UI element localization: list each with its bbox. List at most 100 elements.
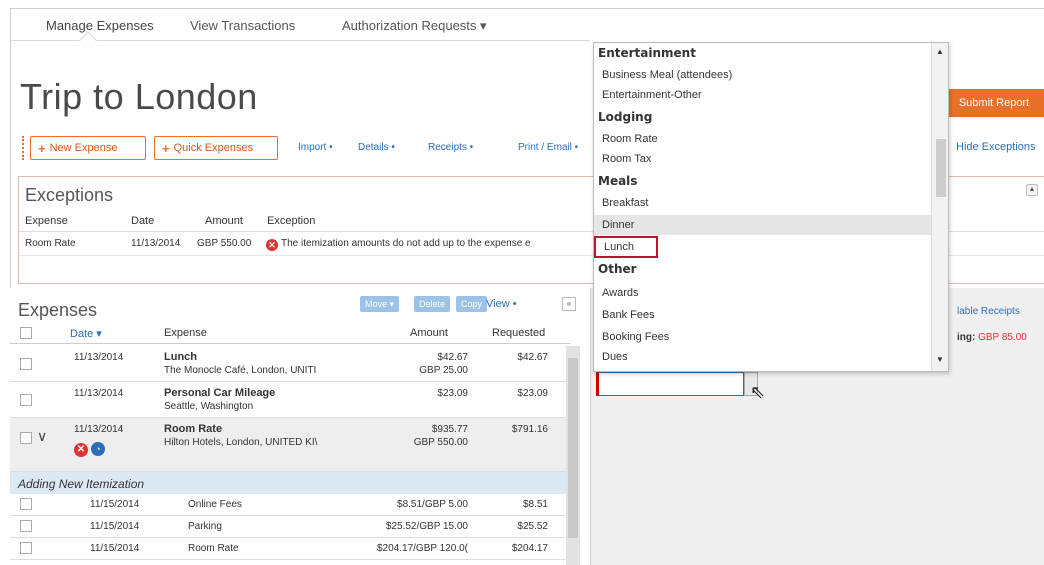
expense-type-input[interactable] xyxy=(596,372,744,396)
row-checkbox[interactable] xyxy=(20,520,32,532)
itemization-requested: $25.52 xyxy=(517,521,548,532)
toolbar-marker xyxy=(22,136,26,160)
dropdown-option-dues[interactable]: Dues xyxy=(594,347,931,367)
header-date[interactable]: Date ▾ xyxy=(70,327,102,340)
row-checkbox[interactable] xyxy=(20,498,32,510)
new-expense-button[interactable]: + New Expense xyxy=(30,136,146,160)
row-checkbox[interactable] xyxy=(20,358,32,370)
expense-requested: $23.09 xyxy=(517,388,548,399)
expense-name: Room Rate xyxy=(164,423,223,435)
dropdown-option-awards[interactable]: Awards xyxy=(594,283,931,303)
dropdown-option-booking-fees[interactable]: Booking Fees xyxy=(594,327,931,347)
collapse-panel-icon[interactable]: « xyxy=(562,297,576,311)
itemization-requested: $204.17 xyxy=(511,543,548,554)
move-button[interactable]: Move ▾ xyxy=(360,296,400,312)
itemization-date: 11/15/2014 xyxy=(90,543,140,554)
expense-type-dropdown[interactable]: Entertainment Business Meal (attendees) … xyxy=(593,42,949,372)
expenses-panel: Expenses Move ▾ Delete Copy View • « Dat… xyxy=(10,288,590,565)
expense-vendor: Hilton Hotels, London, UNITED KI\ xyxy=(164,437,318,448)
itemization-row[interactable]: 11/15/2014 Parking $25.52/GBP 15.00 $25.… xyxy=(10,516,570,538)
exception-amount: GBP 550.00 xyxy=(197,238,252,249)
remaining-amount: ing: GBP 85.00 xyxy=(957,332,1027,343)
dropdown-scrollbar-thumb[interactable] xyxy=(936,139,946,197)
itemization-row[interactable]: 11/15/2014 Room Rate $204.17/GBP 120.0( … xyxy=(10,538,570,560)
exceptions-header-expense: Expense xyxy=(25,215,68,227)
expense-name: Personal Car Mileage xyxy=(164,387,276,399)
expense-name: Lunch xyxy=(164,351,197,363)
header-amount: Amount xyxy=(410,327,448,339)
dropdown-group-other: Other xyxy=(598,262,637,276)
select-all-checkbox[interactable] xyxy=(20,327,32,339)
plus-icon: + xyxy=(162,140,170,156)
import-menu[interactable]: Import • xyxy=(298,142,333,153)
expense-vendor: Seattle, Washington xyxy=(164,401,254,412)
error-icon[interactable]: ✕ xyxy=(74,443,88,457)
dropdown-option-business-meal[interactable]: Business Meal (attendees) xyxy=(594,65,931,85)
report-toolbar: + New Expense + Quick Expenses Import • … xyxy=(22,136,592,160)
header-expense: Expense xyxy=(164,327,207,339)
tab-manage-expenses[interactable]: Manage Expenses xyxy=(46,18,154,33)
itemization-type: Parking xyxy=(188,521,222,532)
remaining-label: ing: xyxy=(957,332,976,343)
view-menu[interactable]: View • xyxy=(486,298,517,310)
itemization-date: 11/15/2014 xyxy=(90,499,140,510)
itemization-row[interactable]: 11/15/2014 Online Fees $8.51/GBP 5.00 $8… xyxy=(10,494,570,516)
exceptions-title: Exceptions xyxy=(25,185,114,205)
tab-authorization-requests[interactable]: Authorization Requests ▾ xyxy=(342,18,487,34)
nav-divider xyxy=(10,40,590,41)
expense-foreign-amount: GBP 25.00 xyxy=(419,365,468,376)
tab-view-transactions[interactable]: View Transactions xyxy=(190,18,295,33)
expense-amount: $42.67 xyxy=(437,352,468,363)
itemization-type: Room Rate xyxy=(188,543,239,554)
receipts-menu[interactable]: Receipts • xyxy=(428,142,473,153)
dropdown-group-meals: Meals xyxy=(598,174,638,188)
copy-button[interactable]: Copy xyxy=(456,296,488,312)
itemized-icon[interactable]: ◔ xyxy=(91,442,105,456)
new-expense-label: New Expense xyxy=(49,142,118,154)
details-menu[interactable]: Details • xyxy=(358,142,395,153)
quick-expenses-label: Quick Expenses xyxy=(173,142,254,154)
itemization-date: 11/15/2014 xyxy=(90,521,140,532)
dropdown-scrollbar[interactable]: ▲ ▼ xyxy=(931,43,948,371)
exception-expense: Room Rate xyxy=(25,238,76,249)
expense-foreign-amount: GBP 550.00 xyxy=(413,437,468,448)
scroll-up-arrow-icon[interactable]: ▲ xyxy=(936,47,944,56)
chevron-down-icon[interactable]: ∨ xyxy=(37,428,47,445)
dropdown-group-lodging: Lodging xyxy=(598,110,653,124)
itemization-amount: $25.52/GBP 15.00 xyxy=(385,521,468,532)
submit-report-button[interactable]: Submit Report xyxy=(944,89,1044,117)
itemization-amount: $8.51/GBP 5.00 xyxy=(397,499,468,510)
row-checkbox[interactable] xyxy=(20,432,32,444)
itemization-type: Online Fees xyxy=(188,499,242,510)
dropdown-option-breakfast[interactable]: Breakfast xyxy=(594,193,931,213)
dropdown-option-entertainment-other[interactable]: Entertainment-Other xyxy=(594,85,931,105)
exceptions-header-exception: Exception xyxy=(267,215,316,227)
expenses-scrollbar-thumb[interactable] xyxy=(568,358,578,538)
expenses-scrollbar[interactable] xyxy=(566,346,580,565)
exceptions-header-date: Date xyxy=(131,215,155,227)
quick-expenses-button[interactable]: + Quick Expenses xyxy=(154,136,278,160)
print-email-menu[interactable]: Print / Email • xyxy=(518,142,578,153)
dropdown-option-room-tax[interactable]: Room Tax xyxy=(594,149,931,169)
dropdown-option-lunch[interactable]: Lunch xyxy=(594,236,658,258)
collapse-exceptions-icon[interactable]: ▲ xyxy=(1026,184,1038,196)
row-checkbox[interactable] xyxy=(20,394,32,406)
scroll-down-arrow-icon[interactable]: ▼ xyxy=(936,355,944,364)
dropdown-option-bank-fees[interactable]: Bank Fees xyxy=(594,305,931,325)
expense-row-lunch[interactable]: 11/13/2014 Lunch The Monocle Café, Londo… xyxy=(10,346,570,382)
report-title: Trip to London xyxy=(20,76,258,117)
expense-date: 11/13/2014 xyxy=(74,388,124,399)
dropdown-option-room-rate[interactable]: Room Rate xyxy=(594,129,931,149)
expense-row-mileage[interactable]: 11/13/2014 Personal Car Mileage Seattle,… xyxy=(10,382,570,418)
expenses-title: Expenses xyxy=(18,300,98,320)
hide-exceptions-link[interactable]: Hide Exceptions xyxy=(956,141,1036,153)
available-receipts-link[interactable]: lable Receipts xyxy=(957,306,1020,317)
delete-button[interactable]: Delete xyxy=(414,296,451,312)
expense-amount: $23.09 xyxy=(437,388,468,399)
dropdown-group-entertainment: Entertainment xyxy=(598,46,696,60)
expense-date: 11/13/2014 xyxy=(74,352,124,363)
exceptions-header-amount: Amount xyxy=(205,215,243,227)
expense-row-room-rate[interactable]: ∨ 11/13/2014 ✕ ◔ Room Rate Hilton Hotels,… xyxy=(10,418,570,472)
row-checkbox[interactable] xyxy=(20,542,32,554)
dropdown-option-dinner[interactable]: Dinner xyxy=(594,215,931,235)
